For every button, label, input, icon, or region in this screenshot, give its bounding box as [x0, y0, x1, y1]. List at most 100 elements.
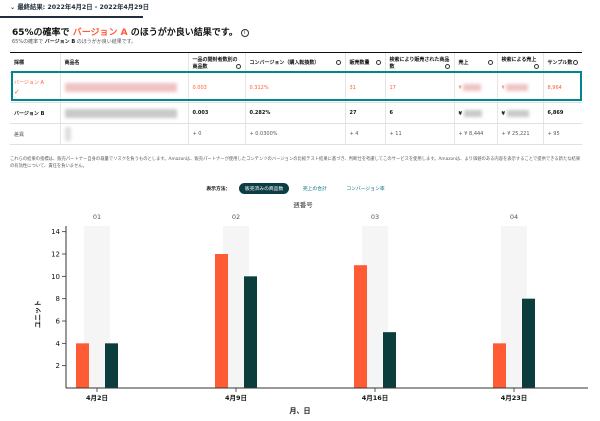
y-tick-label: 8 [56, 295, 60, 303]
table-cell: ¥ [496, 72, 543, 103]
col-header-conversion-label: コンバージョン（購入転換数） [249, 60, 320, 66]
x-tick-label: 4月23日 [501, 394, 528, 402]
title-suffix: のほうがか良い結果です。 [130, 28, 238, 38]
table-cell: 6,869 [542, 102, 582, 124]
row-label-text: バージョン A [14, 80, 44, 86]
currency-symbol: ¥ [501, 110, 505, 117]
col-header-conversion: コンバージョン（購入転換数） [244, 52, 345, 73]
bar-version-a[interactable] [76, 343, 89, 388]
redacted-value [506, 84, 529, 91]
col-header-search-sales: 検索による売上 [496, 52, 543, 73]
x-tick-label: 4月16日 [362, 394, 389, 402]
bar-version-b[interactable] [522, 298, 535, 388]
col-header-sales-label: 売上 [458, 60, 469, 66]
info-icon[interactable] [235, 63, 241, 69]
bar-version-a[interactable] [493, 343, 506, 388]
table-cell: ¥ [496, 102, 543, 124]
col-header-views: 一品の開封者数別の商品数 [187, 52, 245, 73]
col-header-search-units-label: 検索により販売された商品数 [389, 56, 450, 70]
table-cell: + 95 [542, 123, 582, 145]
info-icon[interactable] [533, 64, 539, 69]
currency-symbol: ¥ [501, 85, 505, 91]
table-cell: + 0 [187, 123, 245, 145]
table-cell: 8,964 [542, 72, 582, 103]
info-icon[interactable] [375, 60, 381, 65]
week-bands: 01 02 03 04 [84, 213, 527, 388]
bar-version-b[interactable] [105, 343, 118, 388]
table-cell: 0.003 [187, 72, 245, 103]
redacted-product-name [64, 83, 177, 92]
row-label: 差異 [10, 123, 60, 145]
col-header-units: 販売数量 [344, 52, 385, 73]
subtitle-prefix: 65%の確率で [12, 39, 44, 45]
redacted-value [463, 109, 482, 117]
title-prefix: 65%の確率で [12, 28, 70, 38]
results-table: 採標 商品名 一品の開封者数別の商品数 コンバージョン（購入転換数） 販売数量 … [10, 52, 582, 145]
y-tick-label: 12 [51, 251, 60, 259]
bar-version-b[interactable] [383, 332, 396, 388]
bar-version-a[interactable] [215, 254, 228, 388]
col-header-views-label: 一品の開封者数別の商品数 [192, 56, 238, 70]
x-tick-label: 4月9日 [225, 394, 247, 402]
redacted-value [506, 109, 529, 117]
info-icon[interactable] [444, 63, 450, 69]
table-cell: + 11 [384, 123, 454, 145]
info-icon[interactable]: i [240, 29, 249, 37]
display-option-units[interactable]: 販売済みの商品数 [238, 183, 290, 194]
week-number-label: 02 [232, 213, 240, 221]
y-tick-label: 4 [56, 340, 61, 348]
redacted-value [463, 84, 482, 91]
product-name-cell [59, 123, 188, 145]
table-cell: 6 [384, 102, 454, 124]
week-number-label: 03 [371, 213, 379, 221]
bars [76, 254, 535, 388]
result-period-header[interactable]: ⌄ 最終結果: 2022年4月2日 - 2022年4月29日 [10, 2, 149, 17]
col-header-metric: 採標 [10, 52, 60, 73]
subtitle-bold: バージョン B [44, 39, 76, 45]
table-cell: + ¥ 25,221 [496, 123, 543, 145]
col-header-search-units: 検索により販売された商品数 [384, 52, 454, 73]
result-subtitle: 65%の確率で バージョン B のほうがか良い結果です。 [12, 38, 136, 45]
product-name-cell [59, 102, 188, 124]
display-option-conversion[interactable]: コンバージョン率 [340, 183, 390, 194]
table-cell: ¥ [453, 102, 497, 124]
info-icon[interactable] [573, 60, 578, 65]
table-cell: 27 [344, 102, 385, 124]
y-tick-label: 10 [51, 273, 60, 281]
product-name-cell [59, 72, 188, 103]
title-accent: バージョン A [72, 28, 128, 38]
table-cell: 0.282% [244, 102, 345, 124]
col-header-samples-label: サンプル数 [547, 60, 573, 66]
x-axis: 4月2日 4月9日 4月16日 4月23日 [66, 387, 588, 402]
week-number-label: 04 [510, 213, 518, 221]
x-tick-label: 4月2日 [86, 394, 108, 402]
table-cell: ¥ [453, 72, 497, 103]
bar-version-a[interactable] [354, 265, 367, 388]
redacted-product-name [64, 108, 177, 118]
info-icon[interactable] [335, 60, 341, 65]
y-tick-label: 2 [56, 362, 60, 370]
info-icon[interactable] [487, 60, 493, 65]
y-axis: 2 4 6 8 10 12 14 [51, 226, 67, 388]
table-cell: + ¥ 8,444 [453, 123, 497, 145]
subtitle-suffix: のほうがか良い結果です。 [76, 39, 137, 45]
col-header-units-label: 販売数量 [349, 60, 370, 66]
y-axis-label: ユニット [34, 300, 42, 328]
weekly-units-chart: 週番号 01 02 03 04 2468101214 4月2日 4月9日 4月16日 4月2… [34, 200, 588, 415]
currency-symbol: ¥ [458, 85, 462, 91]
bar-version-b[interactable] [244, 276, 257, 388]
table-cell: 0.312% [244, 72, 345, 103]
display-option-sales[interactable]: 売上の合計 [297, 183, 333, 194]
redacted-product-name [64, 127, 71, 141]
disclaimer-text: これらの結果の指標は、販売パートナー自身の裁量でリスクを負うものとします。Ama… [10, 157, 581, 169]
table-row-version-b: バージョン B 0.003 0.282% 27 6 ¥ ¥ 6,869 [10, 102, 582, 124]
table-cell: 31 [344, 72, 385, 103]
col-header-sales: 売上 [453, 52, 497, 73]
col-header-product: 商品名 [59, 52, 188, 73]
table-cell: 0.003 [187, 102, 245, 124]
table-cell: 17 [384, 72, 454, 103]
header-underline [0, 16, 143, 18]
col-header-samples: サンプル数 [542, 52, 582, 73]
display-toggle: 表示方法： 販売済みの商品数 売上の合計 コンバージョン率 [0, 183, 600, 194]
y-tick-label: 14 [51, 228, 60, 236]
